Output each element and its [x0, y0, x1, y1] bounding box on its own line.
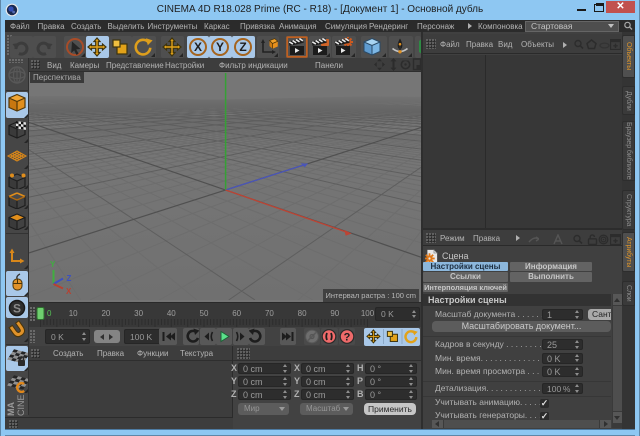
svg-text:20: 20: [101, 309, 110, 318]
svg-text:X: X: [194, 40, 202, 54]
svg-text:40: 40: [167, 309, 176, 318]
svg-text:Z: Z: [67, 274, 72, 283]
svg-text:90: 90: [330, 309, 339, 318]
svg-text:Y: Y: [216, 40, 224, 54]
svg-text:60: 60: [232, 309, 241, 318]
svg-text:50: 50: [200, 309, 209, 318]
svg-text:?: ?: [344, 332, 351, 344]
svg-text:S: S: [13, 302, 21, 316]
svg-text:Z: Z: [239, 40, 246, 54]
svg-text:100: 100: [361, 309, 375, 318]
svg-text:0: 0: [47, 309, 52, 318]
svg-text:80: 80: [298, 309, 307, 318]
svg-text:10: 10: [69, 309, 78, 318]
svg-text:Y: Y: [50, 260, 56, 269]
svg-text:70: 70: [265, 309, 274, 318]
svg-text:X: X: [66, 287, 72, 296]
svg-text:30: 30: [134, 309, 143, 318]
